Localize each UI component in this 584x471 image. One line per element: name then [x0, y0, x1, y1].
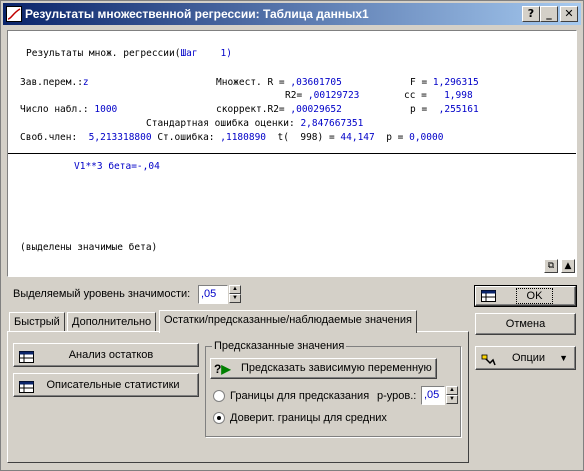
- copy-icon[interactable]: ⧉: [544, 259, 558, 273]
- conf-limits-label: Доверит. границы для средних: [230, 412, 387, 424]
- significance-spinner[interactable]: ▲ ▼: [229, 285, 241, 303]
- conf-limits-radio[interactable]: [213, 412, 225, 424]
- p-level-spinner[interactable]: ▲ ▼: [446, 386, 458, 404]
- tab-advanced[interactable]: Дополнительно: [67, 312, 157, 332]
- adj-r2-line: скоррект.R2= ,00029652: [216, 104, 342, 115]
- n-line: Число набл.: 1000: [20, 104, 118, 115]
- results-report-pane[interactable]: Результаты множ. регрессии(Шаг 1) Зав.пе…: [7, 30, 577, 277]
- options-label: Опции: [511, 352, 546, 364]
- app-icon: [6, 6, 22, 22]
- p-level-label: р-уров.:: [377, 390, 417, 402]
- ok-button[interactable]: OK: [474, 285, 577, 307]
- p-line: p = ,255161: [410, 104, 479, 115]
- significance-input[interactable]: ,05: [198, 285, 228, 304]
- table-icon: [481, 290, 496, 302]
- beta-line: V1**3 бета=-,04: [74, 161, 160, 172]
- minimize-button[interactable]: _: [540, 6, 558, 22]
- table-icon: [19, 379, 34, 393]
- intercept-line: Своб.член: 5,213318800 Ст.ошибка: ,11808…: [20, 132, 444, 143]
- table-icon: [19, 349, 34, 363]
- spin-up-icon[interactable]: ▲: [446, 386, 458, 395]
- options-button[interactable]: Опции ▼: [475, 346, 576, 370]
- descriptive-stats-button[interactable]: Описательные статистики: [13, 373, 199, 397]
- r2-line: R2= ,00129723: [285, 90, 360, 101]
- predict-icon: ?▶: [214, 362, 231, 376]
- spin-down-icon[interactable]: ▼: [229, 294, 241, 303]
- window-title: Результаты множественной регрессии: Табл…: [25, 7, 369, 21]
- report-footnote: (выделены значимые бета): [20, 242, 158, 253]
- descriptive-stats-label: Описательные статистики: [46, 379, 180, 391]
- tab-label: Дополнительно: [72, 316, 152, 328]
- title-bar[interactable]: Результаты множественной регрессии: Табл…: [3, 3, 581, 25]
- tab-label: Остатки/предсказанные/наблюдаемые значен…: [164, 314, 412, 326]
- spin-up-icon[interactable]: ▲: [229, 285, 241, 294]
- predict-dependent-label: Предсказать зависимую переменную: [241, 362, 432, 374]
- prediction-limits-radio[interactable]: [213, 390, 225, 402]
- ok-label: OK: [515, 288, 554, 304]
- tab-label: Быстрый: [14, 316, 60, 328]
- regression-results-window: Результаты множественной регрессии: Табл…: [0, 0, 584, 471]
- options-icon: [481, 352, 496, 366]
- report-divider: [8, 153, 576, 154]
- analyze-residuals-label: Анализ остатков: [68, 349, 154, 361]
- scroll-up-icon[interactable]: ▲: [561, 259, 575, 273]
- spin-down-icon[interactable]: ▼: [446, 395, 458, 404]
- mult-r-line: Множест. R = ,03601705: [216, 77, 342, 88]
- tab-quick[interactable]: Быстрый: [9, 312, 65, 332]
- help-button[interactable]: ?: [522, 6, 540, 22]
- f-line: F = 1,296315: [410, 77, 479, 88]
- cc-line: cc = 1,998: [404, 90, 473, 101]
- close-button[interactable]: ✕: [560, 6, 578, 22]
- prediction-limits-label: Границы для предсказания: [230, 390, 370, 402]
- see-line: Стандартная ошибка оценки: 2,847667351: [146, 118, 364, 129]
- dropdown-arrow-icon: ▼: [559, 353, 568, 363]
- significance-label: Выделяемый уровень значимости:: [13, 288, 191, 300]
- tab-residuals[interactable]: Остатки/предсказанные/наблюдаемые значен…: [159, 310, 417, 333]
- predicted-values-title: Предсказанные значения: [212, 340, 347, 352]
- cancel-button[interactable]: Отмена: [475, 313, 576, 335]
- dep-var-line: Зав.перем.:z: [20, 77, 89, 88]
- report-heading: Результаты множ. регрессии(Шаг 1): [26, 48, 232, 59]
- p-level-input[interactable]: ,05: [421, 386, 445, 405]
- analyze-residuals-button[interactable]: Анализ остатков: [13, 343, 199, 367]
- predict-dependent-button[interactable]: ?▶ Предсказать зависимую переменную: [210, 358, 437, 379]
